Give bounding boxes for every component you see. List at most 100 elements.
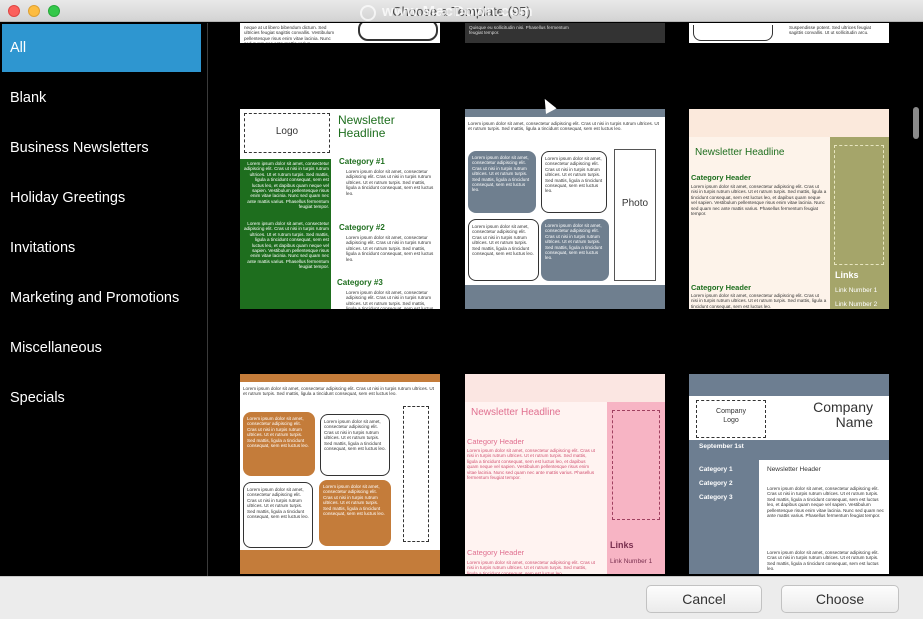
template-text: Suspendisse potent. Sed ultrices feugiat…	[789, 25, 871, 36]
links-heading: Links	[610, 540, 634, 550]
template-sidebar-panel: Links Link Number 1	[607, 402, 665, 574]
sidebar-item-marketing-and-promotions[interactable]: Marketing and Promotions	[2, 274, 201, 322]
template-text: Lorem ipsum dolor sit amet, consectetur …	[545, 223, 603, 261]
template-category: Category Header	[467, 437, 525, 446]
template-text: Lorem ipsum dolor sit amet, consectetur …	[691, 184, 827, 217]
template-text: Lorem ipsum dolor sit amet, consectetur …	[467, 560, 595, 574]
logo-label: Logo	[275, 126, 299, 137]
template-box: Lorem ipsum dolor sit amet, consectetur …	[319, 480, 391, 546]
template-thumbnail-6[interactable]: Newsletter Headline Category Header Lore…	[689, 109, 889, 309]
template-thumbnail-9[interactable]: Company Logo Company Name September 1st …	[689, 374, 889, 574]
template-category: Category Header	[691, 173, 752, 182]
template-text: Lorem ipsum dolor sit amet, consectetur …	[346, 290, 434, 309]
template-text: Lorem ipsum dolor sit amet, consectetur …	[767, 550, 879, 572]
template-date-bar: September 1st	[689, 440, 889, 460]
template-category: Category Header	[691, 283, 752, 292]
template-box	[693, 25, 773, 41]
title-bar: Choose a Template (95) www.MacDown.com	[0, 0, 923, 22]
template-text: Lorem ipsum dolor sit amet, consectetur …	[247, 487, 309, 520]
sidebar-item-business-newsletters[interactable]: Business Newsletters	[2, 124, 201, 172]
template-thumbnail-2[interactable]: Quisque eu sollicitudin nisi. Phasellus …	[465, 23, 665, 43]
sidebar-item-specials[interactable]: Specials	[2, 374, 201, 422]
link-item: Link Number 2	[835, 301, 878, 308]
template-text: Quisque eu sollicitudin nisi. Phasellus …	[469, 25, 569, 36]
template-header-bar	[689, 109, 889, 137]
image-placeholder	[612, 410, 660, 520]
template-thumbnail-4[interactable]: Logo Newsletter Headline Lorem ipsum dol…	[240, 109, 440, 309]
template-category: Category #3	[337, 278, 383, 287]
template-text: Lorem ipsum dolor sit amet, consectetur …	[691, 293, 827, 309]
template-box: Lorem ipsum dolor sit amet, consectetur …	[468, 219, 539, 281]
template-box: Lorem ipsum dolor sit amet, consectetur …	[541, 219, 609, 281]
template-sidebar-panel: Category 1 Category 2 Category 3	[689, 460, 759, 574]
template-thumbnail-1[interactable]: neque at ut libero bibendum dictum. Sed …	[240, 23, 440, 43]
category-link: Category 2	[699, 480, 733, 487]
template-chooser-window: Choose a Template (95) www.MacDown.com A…	[0, 0, 923, 619]
category-link: Category 3	[699, 494, 733, 501]
template-text: Lorem ipsum dolor sit amet, consectetur …	[243, 221, 329, 270]
template-headline: Newsletter Headline	[471, 407, 561, 418]
template-headline: Newsletter Headline	[695, 147, 785, 158]
template-box: Lorem ipsum dolor sit amet, consectetur …	[243, 482, 313, 548]
template-text: neque at ut libero bibendum dictum. Sed …	[244, 25, 335, 43]
company-logo-placeholder: Company Logo	[696, 400, 766, 438]
template-thumbnail-3[interactable]: Suspendisse potent. Sed ultrices feugiat…	[689, 23, 889, 43]
template-header-bar	[240, 374, 440, 382]
template-text: Lorem ipsum dolor sit amet, consectetur …	[247, 416, 309, 449]
template-footer-bar	[465, 285, 665, 309]
dialog-button-bar: Cancel Choose	[0, 576, 923, 619]
choose-button[interactable]: Choose	[781, 585, 899, 613]
template-box	[358, 23, 438, 41]
template-footer-bar	[240, 550, 440, 574]
template-text: Lorem ipsum dolor sit amet, consectetur …	[468, 121, 659, 132]
category-sidebar: All Blank Business Newsletters Holiday G…	[0, 23, 208, 576]
company-name: Company Name	[813, 399, 873, 430]
logo-placeholder: Logo	[244, 113, 330, 153]
sidebar-item-miscellaneous[interactable]: Miscellaneous	[2, 324, 201, 372]
template-header-bar	[689, 374, 889, 396]
link-item: Link Number 1	[610, 558, 653, 565]
template-text: Lorem ipsum dolor sit amet, consectetur …	[323, 484, 385, 517]
newsletter-header: Newsletter Header	[767, 466, 821, 473]
template-category: Category #2	[339, 223, 385, 232]
template-text: Lorem ipsum dolor sit amet, consectetur …	[472, 224, 534, 257]
sidebar-item-all[interactable]: All	[2, 24, 201, 72]
template-header-bar	[465, 374, 665, 402]
template-text: Lorem ipsum dolor sit amet, consectetur …	[243, 386, 434, 397]
template-sidebar-panel: Lorem ipsum dolor sit amet, consectetur …	[240, 159, 331, 309]
cancel-button[interactable]: Cancel	[646, 585, 762, 613]
template-thumbnail-8[interactable]: Newsletter Headline Category Header Lore…	[465, 374, 665, 574]
sidebar-item-holiday-greetings[interactable]: Holiday Greetings	[2, 174, 201, 222]
link-item: Link Number 1	[835, 287, 878, 294]
watermark-logo-icon	[360, 5, 376, 21]
template-text: Lorem ipsum dolor sit amet, consectetur …	[324, 419, 386, 452]
template-grid: neque at ut libero bibendum dictum. Sed …	[209, 23, 914, 576]
template-date: September 1st	[699, 443, 744, 450]
scrollbar-thumb[interactable]	[913, 107, 919, 139]
template-text: Lorem ipsum dolor sit amet, consectetur …	[243, 161, 329, 210]
template-thumbnail-7[interactable]: Lorem ipsum dolor sit amet, consectetur …	[240, 374, 440, 574]
template-box: Lorem ipsum dolor sit amet, consectetur …	[243, 412, 315, 476]
template-text: Lorem ipsum dolor sit amet, consectetur …	[346, 235, 434, 262]
sidebar-item-blank[interactable]: Blank	[2, 74, 201, 122]
template-text: Lorem ipsum dolor sit amet, consectetur …	[472, 155, 530, 193]
template-thumbnail-5[interactable]: Lorem ipsum dolor sit amet, consectetur …	[465, 109, 665, 309]
template-box: Lorem ipsum dolor sit amet, consectetur …	[468, 151, 536, 213]
image-placeholder	[403, 406, 429, 542]
template-category: Category #1	[339, 157, 385, 166]
image-placeholder	[834, 145, 884, 265]
photo-label: Photo	[621, 198, 649, 209]
template-text: Lorem ipsum dolor sit amet, consectetur …	[767, 486, 884, 519]
watermark: www.MacDown.com	[382, 3, 534, 20]
template-sidebar-panel: Links Link Number 1 Link Number 2	[830, 137, 889, 309]
template-text: Lorem ipsum dolor sit amet, consectetur …	[346, 169, 434, 196]
template-text: Lorem ipsum dolor sit amet, consectetur …	[467, 448, 595, 481]
template-box: Lorem ipsum dolor sit amet, consectetur …	[320, 414, 390, 476]
sidebar-item-invitations[interactable]: Invitations	[2, 224, 201, 272]
links-heading: Links	[835, 270, 859, 280]
template-category: Category Header	[467, 548, 525, 557]
company-logo-label: Company Logo	[716, 408, 746, 424]
template-text: Lorem ipsum dolor sit amet, consectetur …	[545, 156, 603, 194]
category-link: Category 1	[699, 466, 733, 473]
template-grid-scrollbar[interactable]	[909, 23, 923, 576]
